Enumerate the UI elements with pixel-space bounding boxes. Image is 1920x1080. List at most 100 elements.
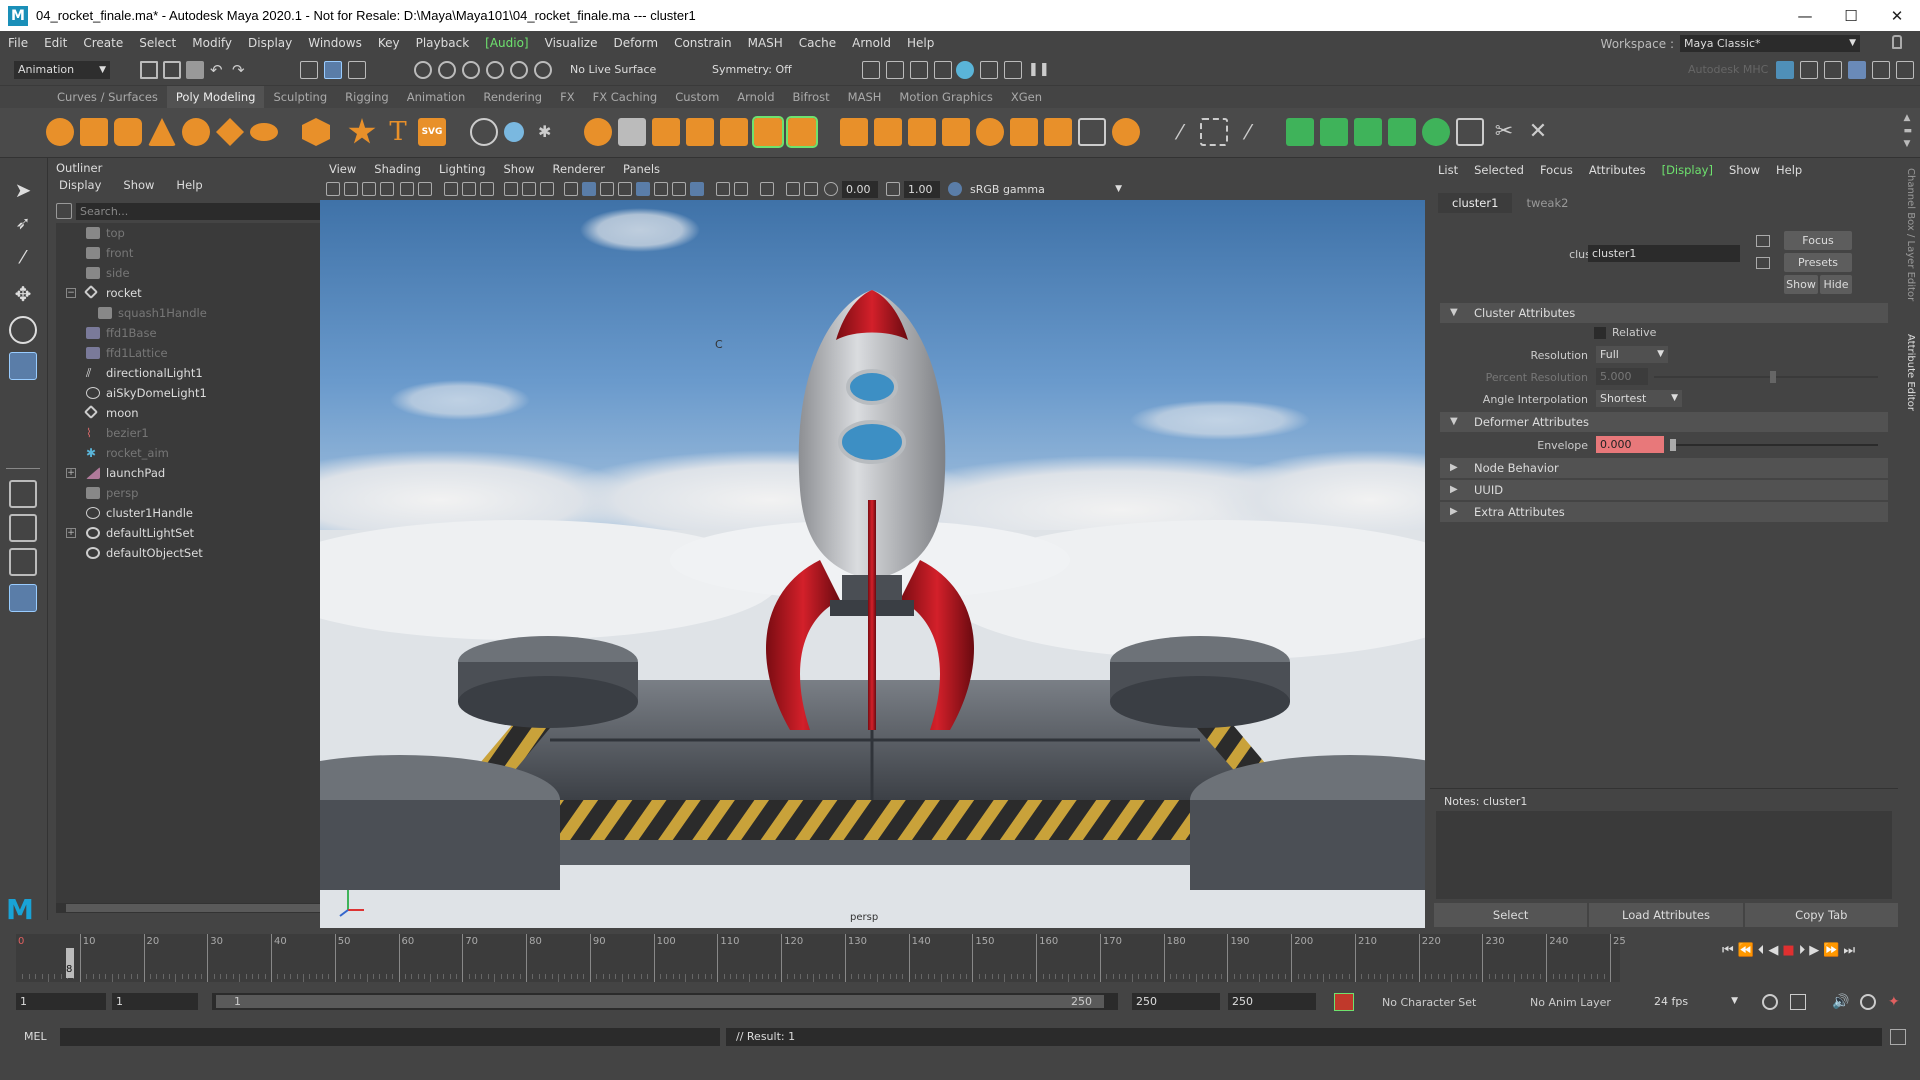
crease-icon[interactable] (1078, 118, 1106, 146)
append-polygon-icon[interactable] (786, 116, 818, 148)
shelf-tab-fx[interactable]: FX (551, 86, 584, 108)
textured-icon[interactable] (618, 182, 632, 196)
shelf-tab-poly-modeling[interactable]: Poly Modeling (166, 86, 265, 108)
toggle-channel-box-icon[interactable] (1872, 61, 1890, 79)
gamma-icon[interactable] (886, 182, 900, 196)
sculpt-brush-icon[interactable]: ⁄ (1166, 118, 1194, 146)
shelf-tab-curves-surfaces[interactable]: Curves / Surfaces (48, 86, 167, 108)
snap-view-plane-icon[interactable] (486, 61, 504, 79)
minimize-button[interactable]: — (1782, 0, 1828, 31)
shelf-tab-motion-graphics[interactable]: Motion Graphics (890, 86, 1001, 108)
viewport-menu-panels[interactable]: Panels (614, 162, 669, 176)
shelf-tab-arnold[interactable]: Arnold (728, 86, 783, 108)
character-set-dropdown[interactable]: No Character Set (1382, 996, 1476, 1009)
menu-deform[interactable]: Deform (605, 36, 666, 50)
poly-cylinder-icon[interactable] (114, 118, 142, 146)
ipr-render-icon[interactable] (910, 61, 928, 79)
target-weld-icon[interactable] (976, 118, 1004, 146)
play-forwards-icon[interactable]: ▶ (1809, 943, 1819, 963)
command-input[interactable] (60, 1028, 720, 1046)
section-extra-attributes[interactable]: ▶ Extra Attributes (1440, 502, 1888, 522)
menu-select[interactable]: Select (131, 36, 184, 50)
multi-cut-icon[interactable] (874, 118, 902, 146)
shelf-scroll-arrows[interactable]: ▲ ▬ ▼ (1903, 112, 1912, 151)
script-editor-icon[interactable] (1890, 1029, 1906, 1045)
undo-icon[interactable]: ↶ (210, 61, 228, 79)
booleans-icon[interactable] (584, 118, 612, 146)
redo-icon[interactable]: ↷ (232, 61, 250, 79)
render-settings-icon[interactable] (862, 61, 880, 79)
type-text-icon[interactable]: T (384, 118, 412, 146)
render-setup-icon[interactable] (1004, 61, 1022, 79)
anim-prefs-icon[interactable] (1860, 994, 1876, 1010)
ae-menu-display[interactable]: [Display] (1654, 160, 1721, 180)
ae-menu-selected[interactable]: Selected (1466, 160, 1532, 180)
play-backwards-icon[interactable]: ◀ (1768, 943, 1778, 963)
camera-attributes-icon[interactable] (344, 182, 358, 196)
spherical-mapping-icon[interactable] (1354, 118, 1382, 146)
section-node-behavior[interactable]: ▶ Node Behavior (1440, 458, 1888, 478)
uv-editor-icon[interactable] (1200, 118, 1228, 146)
collapse-icon[interactable] (1112, 118, 1140, 146)
field-chart-icon[interactable] (522, 182, 536, 196)
section-uuid[interactable]: ▶ UUID (1440, 480, 1888, 500)
tab-cluster1[interactable]: cluster1 (1438, 193, 1513, 213)
poke-icon[interactable] (1010, 118, 1038, 146)
planar-mapping-icon[interactable] (1286, 118, 1314, 146)
time-ruler[interactable]: 10 20 30 40 50 60 70 80 90 100 110 120 130 140 150 160 1… (16, 934, 1626, 982)
section-cluster-attributes[interactable]: ▼ Cluster Attributes (1440, 303, 1888, 323)
perspective-viewport[interactable]: C persp (320, 200, 1425, 928)
isolate-select-icon[interactable] (716, 182, 730, 196)
hide-button[interactable]: Hide (1820, 275, 1852, 294)
shelf-tab-xgen[interactable]: XGen (1002, 86, 1051, 108)
show-button[interactable]: Show (1784, 275, 1818, 294)
select-tool-icon[interactable]: ➤ (9, 176, 37, 204)
wireframe-icon[interactable] (564, 182, 578, 196)
envelope-field[interactable]: 0.000 (1596, 436, 1664, 453)
poly-plane-icon[interactable] (216, 118, 244, 146)
stop-icon[interactable]: ■ (1782, 943, 1794, 963)
combine-icon[interactable] (470, 118, 498, 146)
node-name-field[interactable]: cluster1 (1588, 245, 1740, 262)
save-scene-icon[interactable] (186, 61, 204, 79)
extract-icon[interactable] (618, 118, 646, 146)
resolution-dropdown[interactable]: Full ▼ (1596, 346, 1668, 363)
symmetry-label[interactable]: Symmetry: Off (712, 63, 792, 76)
viewport-menu-show[interactable]: Show (495, 162, 544, 176)
arnold-render-icon[interactable] (956, 61, 974, 79)
render-frame-icon[interactable] (886, 61, 904, 79)
playback-end-field[interactable]: 250 (1132, 993, 1220, 1010)
wireframe-on-shaded-icon[interactable] (600, 182, 614, 196)
2d-pan-zoom-icon[interactable] (400, 182, 414, 196)
toggle-modeling-toolkit-icon[interactable] (1800, 61, 1818, 79)
use-all-lights-icon[interactable] (636, 182, 650, 196)
paint-tool-icon[interactable]: ⁄ (1234, 118, 1262, 146)
hypershade-icon[interactable] (980, 61, 998, 79)
copy-tab-button[interactable]: Copy Tab (1744, 903, 1898, 927)
envelope-slider[interactable] (1670, 439, 1878, 451)
menu-display[interactable]: Display (240, 36, 300, 50)
maximize-button[interactable]: ☐ (1828, 0, 1874, 31)
shelf-tab-rigging[interactable]: Rigging (336, 86, 398, 108)
camera-layer-icon[interactable] (804, 182, 818, 196)
menu-modify[interactable]: Modify (184, 36, 240, 50)
go-to-end-icon[interactable]: ⏭ (1843, 943, 1855, 963)
anim-layer-dropdown[interactable]: No Anim Layer (1530, 996, 1611, 1009)
step-back-frame-icon[interactable]: ⏪ (1738, 943, 1754, 963)
toggle-layer-editor-icon[interactable] (1896, 61, 1914, 79)
toggle-tool-settings-icon[interactable] (1824, 61, 1842, 79)
menu-constrain[interactable]: Constrain (666, 36, 740, 50)
viewport-menu-renderer[interactable]: Renderer (544, 162, 615, 176)
render-view-icon[interactable] (934, 61, 952, 79)
select-button[interactable]: Select (1434, 903, 1588, 927)
menu-edit[interactable]: Edit (36, 36, 75, 50)
presets-button[interactable]: Presets (1784, 253, 1852, 272)
menu-windows[interactable]: Windows (300, 36, 370, 50)
cut-uv-icon[interactable]: ✂ (1490, 118, 1518, 146)
menu-create[interactable]: Create (75, 36, 131, 50)
bevel-icon[interactable] (720, 118, 748, 146)
outliner-horizontal-scrollbar[interactable] (56, 903, 346, 913)
tab-tweak2[interactable]: tweak2 (1512, 193, 1582, 213)
step-back-key-icon[interactable]: ⏴ (1758, 943, 1765, 963)
live-surface-label[interactable]: No Live Surface (570, 63, 656, 76)
